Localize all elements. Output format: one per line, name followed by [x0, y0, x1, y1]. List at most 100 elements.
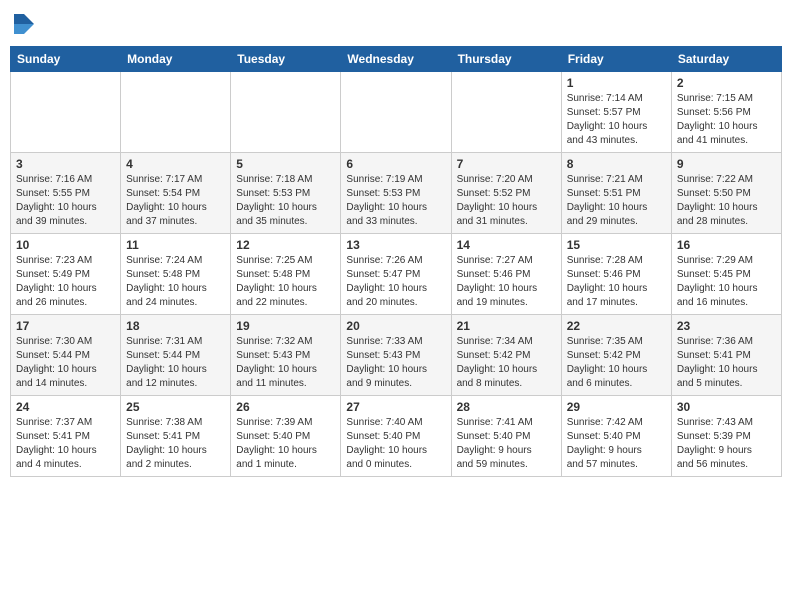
calendar-cell — [341, 72, 451, 153]
day-number: 9 — [677, 157, 776, 171]
day-info: Sunrise: 7:28 AM Sunset: 5:46 PM Dayligh… — [567, 254, 666, 310]
calendar-cell: 1 Sunrise: 7:14 AM Sunset: 5:57 PM Daylig… — [561, 72, 671, 153]
day-info: Sunrise: 7:42 AM Sunset: 5:40 PM Dayligh… — [567, 416, 666, 472]
calendar-cell: 14 Sunrise: 7:27 AM Sunset: 5:46 PM Dayli… — [451, 234, 561, 315]
week-row-3: 10 Sunrise: 7:23 AM Sunset: 5:49 PM Dayli… — [11, 234, 782, 315]
calendar-cell: 28 Sunrise: 7:41 AM Sunset: 5:40 PM Dayli… — [451, 396, 561, 477]
week-row-4: 17 Sunrise: 7:30 AM Sunset: 5:44 PM Dayli… — [11, 315, 782, 396]
calendar-cell: 22 Sunrise: 7:35 AM Sunset: 5:42 PM Dayli… — [561, 315, 671, 396]
calendar-cell — [11, 72, 121, 153]
day-info: Sunrise: 7:16 AM Sunset: 5:55 PM Dayligh… — [16, 173, 115, 229]
day-info: Sunrise: 7:33 AM Sunset: 5:43 PM Dayligh… — [346, 335, 445, 391]
calendar-cell: 19 Sunrise: 7:32 AM Sunset: 5:43 PM Dayli… — [231, 315, 341, 396]
day-number: 22 — [567, 319, 666, 333]
day-number: 3 — [16, 157, 115, 171]
day-info: Sunrise: 7:41 AM Sunset: 5:40 PM Dayligh… — [457, 416, 556, 472]
calendar-cell: 10 Sunrise: 7:23 AM Sunset: 5:49 PM Dayli… — [11, 234, 121, 315]
calendar-cell: 4 Sunrise: 7:17 AM Sunset: 5:54 PM Daylig… — [121, 153, 231, 234]
day-number: 7 — [457, 157, 556, 171]
calendar-cell: 15 Sunrise: 7:28 AM Sunset: 5:46 PM Dayli… — [561, 234, 671, 315]
logo-icon — [10, 10, 38, 38]
calendar-cell: 5Sunrise: 7:18 AM Sunset: 5:53 PM Daylig… — [231, 153, 341, 234]
day-info: Sunrise: 7:27 AM Sunset: 5:46 PM Dayligh… — [457, 254, 556, 310]
week-row-1: 1 Sunrise: 7:14 AM Sunset: 5:57 PM Daylig… — [11, 72, 782, 153]
calendar-cell: 16 Sunrise: 7:29 AM Sunset: 5:45 PM Dayli… — [671, 234, 781, 315]
day-info: Sunrise: 7:40 AM Sunset: 5:40 PM Dayligh… — [346, 416, 445, 472]
calendar-cell: 27 Sunrise: 7:40 AM Sunset: 5:40 PM Dayli… — [341, 396, 451, 477]
day-info: Sunrise: 7:32 AM Sunset: 5:43 PM Dayligh… — [236, 335, 335, 391]
day-info: Sunrise: 7:35 AM Sunset: 5:42 PM Dayligh… — [567, 335, 666, 391]
day-number: 19 — [236, 319, 335, 333]
weekday-header-sunday: Sunday — [11, 47, 121, 72]
weekday-header-wednesday: Wednesday — [341, 47, 451, 72]
calendar: SundayMondayTuesdayWednesdayThursdayFrid… — [10, 46, 782, 477]
calendar-cell: 8 Sunrise: 7:21 AM Sunset: 5:51 PM Daylig… — [561, 153, 671, 234]
day-number: 16 — [677, 238, 776, 252]
day-number: 11 — [126, 238, 225, 252]
calendar-cell: 3 Sunrise: 7:16 AM Sunset: 5:55 PM Daylig… — [11, 153, 121, 234]
day-number: 27 — [346, 400, 445, 414]
day-number: 20 — [346, 319, 445, 333]
day-number: 26 — [236, 400, 335, 414]
day-info: Sunrise: 7:36 AM Sunset: 5:41 PM Dayligh… — [677, 335, 776, 391]
calendar-cell: 6 Sunrise: 7:19 AM Sunset: 5:53 PM Daylig… — [341, 153, 451, 234]
weekday-header-monday: Monday — [121, 47, 231, 72]
day-info: Sunrise: 7:31 AM Sunset: 5:44 PM Dayligh… — [126, 335, 225, 391]
day-info: Sunrise: 7:20 AM Sunset: 5:52 PM Dayligh… — [457, 173, 556, 229]
day-info: Sunrise: 7:14 AM Sunset: 5:57 PM Dayligh… — [567, 92, 666, 148]
day-info: Sunrise: 7:25 AM Sunset: 5:48 PM Dayligh… — [236, 254, 335, 310]
page-header — [10, 10, 782, 38]
day-number: 14 — [457, 238, 556, 252]
calendar-cell: 13 Sunrise: 7:26 AM Sunset: 5:47 PM Dayli… — [341, 234, 451, 315]
weekday-header-tuesday: Tuesday — [231, 47, 341, 72]
day-info: Sunrise: 7:23 AM Sunset: 5:49 PM Dayligh… — [16, 254, 115, 310]
day-info: Sunrise: 7:26 AM Sunset: 5:47 PM Dayligh… — [346, 254, 445, 310]
day-number: 12 — [236, 238, 335, 252]
weekday-header-friday: Friday — [561, 47, 671, 72]
day-info: Sunrise: 7:29 AM Sunset: 5:45 PM Dayligh… — [677, 254, 776, 310]
calendar-cell: 17 Sunrise: 7:30 AM Sunset: 5:44 PM Dayli… — [11, 315, 121, 396]
day-info: Sunrise: 7:17 AM Sunset: 5:54 PM Dayligh… — [126, 173, 225, 229]
day-number: 17 — [16, 319, 115, 333]
calendar-cell: 9 Sunrise: 7:22 AM Sunset: 5:50 PM Daylig… — [671, 153, 781, 234]
day-number: 10 — [16, 238, 115, 252]
day-number: 6 — [346, 157, 445, 171]
week-row-2: 3 Sunrise: 7:16 AM Sunset: 5:55 PM Daylig… — [11, 153, 782, 234]
weekday-header-thursday: Thursday — [451, 47, 561, 72]
day-info: Sunrise: 7:38 AM Sunset: 5:41 PM Dayligh… — [126, 416, 225, 472]
day-number: 23 — [677, 319, 776, 333]
day-number: 5 — [236, 157, 335, 171]
day-info: Sunrise: 7:19 AM Sunset: 5:53 PM Dayligh… — [346, 173, 445, 229]
calendar-cell: 30Sunrise: 7:43 AM Sunset: 5:39 PM Dayli… — [671, 396, 781, 477]
day-number: 28 — [457, 400, 556, 414]
day-number: 25 — [126, 400, 225, 414]
day-number: 29 — [567, 400, 666, 414]
calendar-cell: 24Sunrise: 7:37 AM Sunset: 5:41 PM Dayli… — [11, 396, 121, 477]
calendar-cell: 2 Sunrise: 7:15 AM Sunset: 5:56 PM Daylig… — [671, 72, 781, 153]
calendar-cell: 11Sunrise: 7:24 AM Sunset: 5:48 PM Dayli… — [121, 234, 231, 315]
day-info: Sunrise: 7:34 AM Sunset: 5:42 PM Dayligh… — [457, 335, 556, 391]
day-number: 2 — [677, 76, 776, 90]
calendar-cell: 12 Sunrise: 7:25 AM Sunset: 5:48 PM Dayli… — [231, 234, 341, 315]
day-number: 18 — [126, 319, 225, 333]
calendar-cell: 20 Sunrise: 7:33 AM Sunset: 5:43 PM Dayli… — [341, 315, 451, 396]
calendar-cell: 7 Sunrise: 7:20 AM Sunset: 5:52 PM Daylig… — [451, 153, 561, 234]
day-number: 4 — [126, 157, 225, 171]
day-info: Sunrise: 7:21 AM Sunset: 5:51 PM Dayligh… — [567, 173, 666, 229]
week-row-5: 24Sunrise: 7:37 AM Sunset: 5:41 PM Dayli… — [11, 396, 782, 477]
calendar-cell — [451, 72, 561, 153]
day-number: 8 — [567, 157, 666, 171]
weekday-header-row: SundayMondayTuesdayWednesdayThursdayFrid… — [11, 47, 782, 72]
day-number: 13 — [346, 238, 445, 252]
day-info: Sunrise: 7:15 AM Sunset: 5:56 PM Dayligh… — [677, 92, 776, 148]
calendar-cell: 21Sunrise: 7:34 AM Sunset: 5:42 PM Dayli… — [451, 315, 561, 396]
logo — [10, 10, 42, 38]
day-number: 1 — [567, 76, 666, 90]
day-info: Sunrise: 7:30 AM Sunset: 5:44 PM Dayligh… — [16, 335, 115, 391]
calendar-cell — [231, 72, 341, 153]
weekday-header-saturday: Saturday — [671, 47, 781, 72]
calendar-cell: 29 Sunrise: 7:42 AM Sunset: 5:40 PM Dayli… — [561, 396, 671, 477]
day-info: Sunrise: 7:37 AM Sunset: 5:41 PM Dayligh… — [16, 416, 115, 472]
day-number: 15 — [567, 238, 666, 252]
day-info: Sunrise: 7:22 AM Sunset: 5:50 PM Dayligh… — [677, 173, 776, 229]
